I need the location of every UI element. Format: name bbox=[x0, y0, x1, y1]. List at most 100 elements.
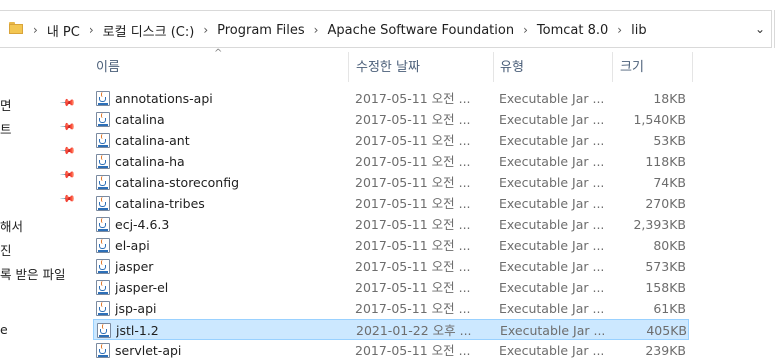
chevron-right-icon[interactable]: › bbox=[30, 23, 41, 37]
file-row[interactable]: catalina 2017-05-11 오전 ... Executable Jar … bbox=[93, 109, 689, 130]
file-size: 74KB bbox=[653, 175, 686, 190]
nav-item-folder[interactable]: 진 bbox=[0, 240, 12, 259]
chevron-right-icon[interactable]: › bbox=[86, 23, 97, 37]
column-header-label: 이름 bbox=[96, 59, 120, 75]
file-type: Executable Jar ... bbox=[499, 154, 605, 169]
file-row[interactable]: catalina-ha 2017-05-11 오전 ... Executable J… bbox=[93, 151, 689, 172]
file-size: 239KB bbox=[645, 343, 686, 358]
file-type: Executable Jar ... bbox=[499, 112, 605, 127]
file-type: Executable Jar ... bbox=[499, 259, 605, 274]
file-row[interactable]: jstl-1.2 2021-01-22 오후 ... Executable Jar … bbox=[93, 319, 689, 340]
breadcrumb-program-files[interactable]: Program Files bbox=[211, 23, 311, 38]
file-row[interactable]: catalina-ant 2017-05-11 오전 ... Executable … bbox=[93, 130, 689, 151]
column-divider[interactable] bbox=[493, 52, 494, 82]
file-size: 158KB bbox=[645, 280, 686, 295]
chevron-right-icon[interactable]: › bbox=[614, 23, 625, 37]
file-name: jsp-api bbox=[115, 301, 157, 316]
pin-icon[interactable]: 📌 bbox=[59, 143, 76, 160]
breadcrumb-lib[interactable]: lib bbox=[625, 23, 652, 38]
file-row[interactable]: servlet-api 2017-05-11 오전 ... Executable J… bbox=[93, 340, 689, 361]
file-size: 573KB bbox=[645, 259, 686, 274]
file-type: Executable Jar ... bbox=[499, 238, 605, 253]
file-type: Executable Jar ... bbox=[499, 175, 605, 190]
file-type: Executable Jar ... bbox=[499, 196, 605, 211]
address-bar[interactable]: › 내 PC › 로컬 디스크 (C:) › Program Files › A… bbox=[0, 10, 772, 48]
chevron-down-icon[interactable]: ⌄ bbox=[755, 22, 765, 36]
jar-file-icon bbox=[96, 259, 110, 274]
pin-icon[interactable]: 📌 bbox=[59, 119, 76, 136]
column-header-size[interactable]: 크기 bbox=[620, 48, 690, 82]
column-divider[interactable] bbox=[612, 52, 613, 82]
breadcrumb-this-pc[interactable]: 내 PC bbox=[41, 21, 86, 40]
column-divider[interactable] bbox=[348, 52, 349, 82]
file-date-modified: 2017-05-11 오전 ... bbox=[355, 154, 471, 169]
file-name: el-api bbox=[115, 238, 150, 253]
jar-file-icon bbox=[96, 112, 110, 127]
file-row[interactable]: annotations-api 2017-05-11 오전 ... Executab… bbox=[93, 88, 689, 109]
file-size: 2,393KB bbox=[633, 217, 686, 232]
nav-item-documents[interactable]: 트 bbox=[0, 119, 12, 138]
file-size: 405KB bbox=[646, 323, 687, 338]
jar-file-icon bbox=[96, 217, 110, 232]
pin-icon[interactable]: 📌 bbox=[59, 95, 76, 112]
file-type: Executable Jar ... bbox=[499, 301, 605, 316]
column-divider[interactable] bbox=[692, 52, 693, 82]
file-row[interactable]: el-api 2017-05-11 오전 ... Executable Jar ..… bbox=[93, 235, 689, 256]
breadcrumb-tomcat[interactable]: Tomcat 8.0 bbox=[531, 23, 614, 38]
column-header-type[interactable]: 유형 bbox=[500, 48, 605, 82]
jar-file-icon bbox=[96, 196, 110, 211]
file-type: Executable Jar ... bbox=[500, 323, 606, 338]
nav-item-folder[interactable]: 해서 bbox=[0, 216, 23, 235]
column-header-name[interactable]: 이름 bbox=[96, 48, 346, 82]
folder-icon bbox=[9, 22, 23, 34]
file-date-modified: 2017-05-11 오전 ... bbox=[355, 301, 471, 316]
refresh-button-edge[interactable] bbox=[774, 10, 784, 48]
file-type: Executable Jar ... bbox=[499, 133, 605, 148]
pin-icon[interactable]: 📌 bbox=[59, 191, 76, 208]
file-name: catalina-ha bbox=[115, 154, 185, 169]
file-row[interactable]: ecj-4.6.3 2017-05-11 오전 ... Executable Jar… bbox=[93, 214, 689, 235]
nav-item-downloads[interactable]: 록 받은 파일 bbox=[0, 264, 65, 283]
file-date-modified: 2021-01-22 오후 ... bbox=[356, 323, 472, 338]
file-name: annotations-api bbox=[115, 91, 213, 106]
file-name: catalina-ant bbox=[115, 133, 190, 148]
file-row[interactable]: jsp-api 2017-05-11 오전 ... Executable Jar .… bbox=[93, 298, 689, 319]
file-row[interactable]: jasper 2017-05-11 오전 ... Executable Jar ..… bbox=[93, 256, 689, 277]
file-size: 61KB bbox=[653, 301, 686, 316]
file-row[interactable]: catalina-tribes 2017-05-11 오전 ... Executab… bbox=[93, 193, 689, 214]
jar-file-icon bbox=[97, 323, 111, 338]
jar-file-icon bbox=[96, 280, 110, 295]
file-date-modified: 2017-05-11 오전 ... bbox=[355, 217, 471, 232]
chevron-right-icon[interactable]: › bbox=[200, 23, 211, 37]
file-date-modified: 2017-05-11 오전 ... bbox=[355, 196, 471, 211]
column-header-date[interactable]: 수정한 날짜 bbox=[356, 48, 486, 82]
file-row[interactable]: catalina-storeconfig 2017-05-11 오전 ... Exe… bbox=[93, 172, 689, 193]
chevron-right-icon[interactable]: › bbox=[311, 23, 322, 37]
chevron-right-icon[interactable]: › bbox=[520, 23, 531, 37]
file-name: ecj-4.6.3 bbox=[115, 217, 170, 232]
nav-item-desktop[interactable]: 면 bbox=[0, 95, 12, 114]
jar-file-icon bbox=[96, 154, 110, 169]
breadcrumb-local-disk[interactable]: 로컬 디스크 (C:) bbox=[97, 21, 201, 40]
file-name: servlet-api bbox=[115, 343, 182, 358]
file-size: 53KB bbox=[653, 133, 686, 148]
file-size: 80KB bbox=[653, 238, 686, 253]
breadcrumb-apache[interactable]: Apache Software Foundation bbox=[321, 23, 520, 38]
file-size: 1,540KB bbox=[633, 112, 686, 127]
column-header-label: 크기 bbox=[620, 59, 644, 75]
file-type: Executable Jar ... bbox=[499, 343, 605, 358]
file-type: Executable Jar ... bbox=[499, 91, 605, 106]
file-date-modified: 2017-05-11 오전 ... bbox=[355, 91, 471, 106]
jar-file-icon bbox=[96, 301, 110, 316]
file-name: catalina-tribes bbox=[115, 196, 205, 211]
jar-file-icon bbox=[96, 133, 110, 148]
file-name: jstl-1.2 bbox=[116, 323, 159, 338]
file-date-modified: 2017-05-11 오전 ... bbox=[355, 259, 471, 274]
file-row[interactable]: jasper-el 2017-05-11 오전 ... Executable Jar… bbox=[93, 277, 689, 298]
file-name: catalina-storeconfig bbox=[115, 175, 239, 190]
navigation-pane: 면 📌 트 📌 📌 📌 📌 해서 진 록 받은 파일 e bbox=[0, 48, 80, 355]
file-date-modified: 2017-05-11 오전 ... bbox=[355, 343, 471, 358]
pin-icon[interactable]: 📌 bbox=[59, 167, 76, 184]
file-name: jasper bbox=[115, 259, 154, 274]
nav-item-folder[interactable]: e bbox=[0, 322, 8, 337]
